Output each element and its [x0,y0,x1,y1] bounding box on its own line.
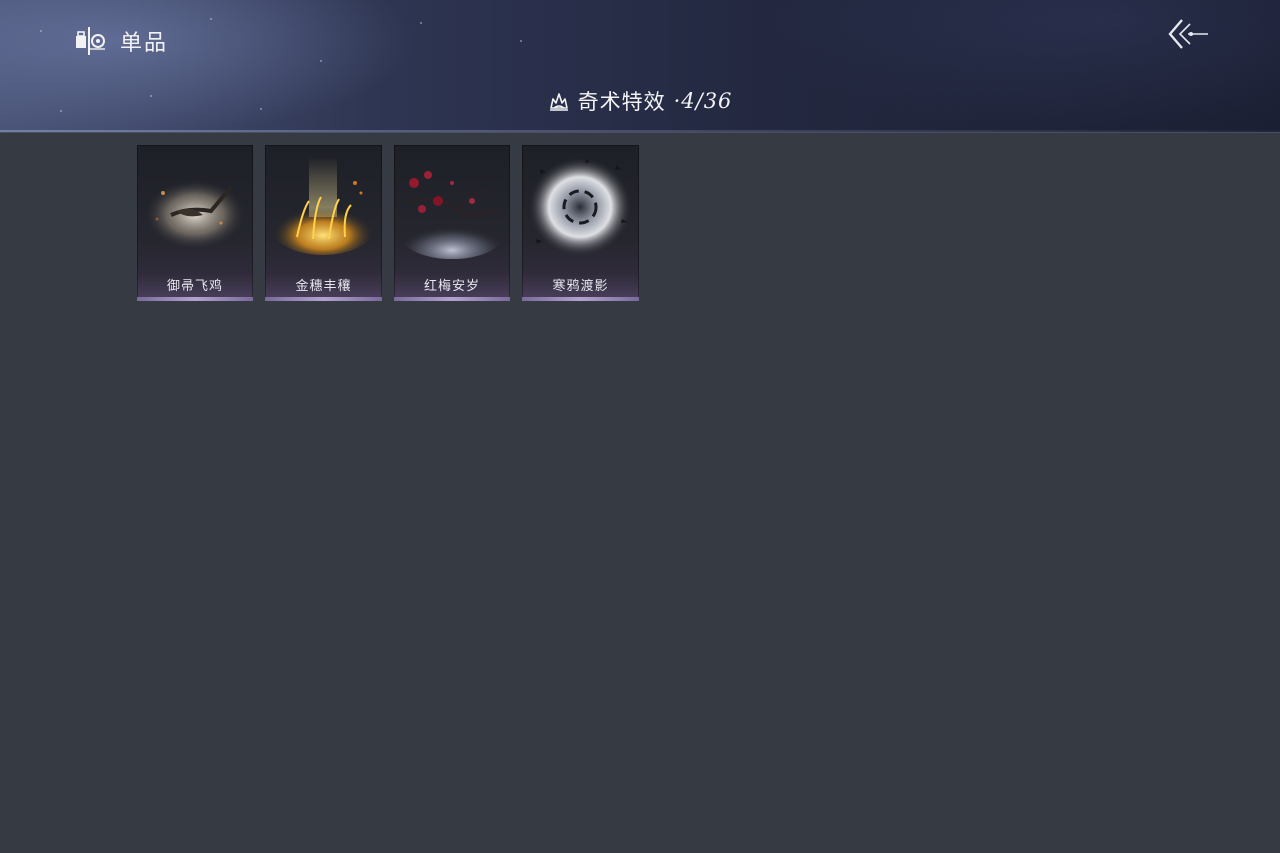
item-grid: 御帚飞鸡 金穗丰穰 红梅安岁 寒鸦渡影 [137,145,639,301]
crow-vortex-effect-icon [528,157,632,257]
item-card[interactable]: 金穗丰穰 [265,145,382,301]
red-plum-blossom-effect-icon [402,171,502,259]
section-title: 奇术特效 [577,90,666,114]
item-name: 御帚飞鸡 [166,279,223,294]
collection-emblem-icon [76,27,105,55]
item-card[interactable]: 御帚飞鸡 [137,145,253,301]
collection-count: ·4/36 [673,89,733,113]
item-name: 红梅安岁 [423,279,480,294]
page-brand: 单品 [74,24,168,58]
back-button[interactable] [1164,16,1212,52]
header-divider [0,130,1280,132]
item-card[interactable]: 红梅安岁 [394,145,510,301]
flame-crown-icon [549,93,568,111]
double-chevron-back-icon [1168,19,1208,49]
item-name: 寒鸦渡影 [552,279,609,294]
section-heading: 奇术特效 ·4/36 [0,84,1280,118]
item-card[interactable]: 寒鸦渡影 [522,145,639,301]
item-name: 金穗丰穰 [295,279,352,294]
page-title: 单品 [120,31,169,56]
golden-wheat-effect-icon [271,157,375,255]
broom-flying-effect-icon [143,175,247,247]
